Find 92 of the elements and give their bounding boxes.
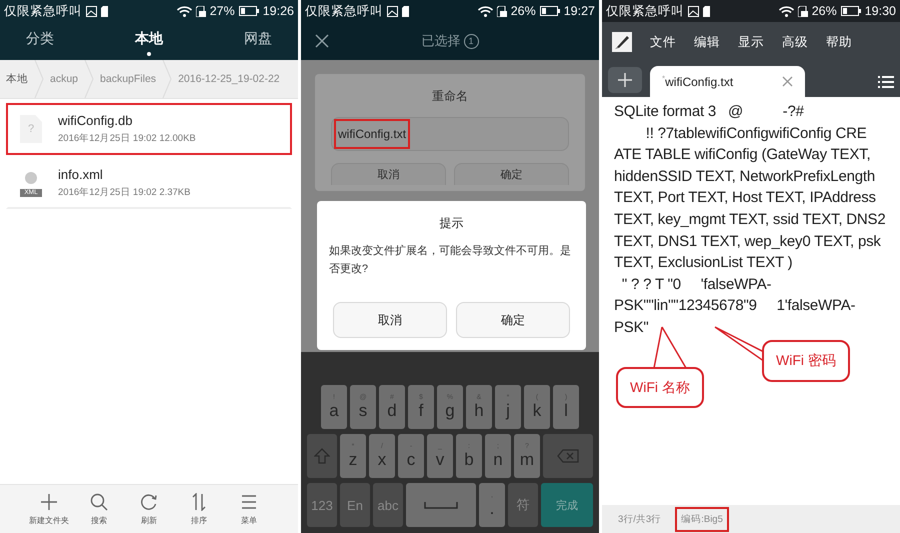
breadcrumb-item[interactable]: backupFiles bbox=[94, 73, 162, 85]
shift-icon bbox=[314, 448, 330, 464]
sim-icon bbox=[703, 6, 710, 16]
close-icon[interactable] bbox=[782, 76, 793, 87]
toolbar-button[interactable]: 刷新 bbox=[129, 492, 169, 526]
breadcrumb-item[interactable]: 2016-12-25_19-02-22 bbox=[172, 73, 286, 85]
breadcrumb-item[interactable]: 本地 bbox=[0, 72, 34, 86]
keyboard-key[interactable]: 符 bbox=[508, 483, 538, 527]
sim-icon bbox=[101, 6, 108, 16]
search-icon bbox=[90, 492, 108, 510]
dialog-title: 提示 bbox=[438, 215, 464, 232]
clock: 19:27 bbox=[564, 4, 595, 18]
text-line: hiddenSSID TEXT, NetworkPrefixLength bbox=[614, 166, 876, 187]
leader-line bbox=[653, 326, 687, 369]
file-name: wifiConfig.db bbox=[58, 113, 134, 128]
tab[interactable]: 分类 bbox=[20, 26, 60, 56]
text-line: !! ?7tablewifiConfigwifiConfig CRE bbox=[644, 124, 868, 144]
text-line: SQLite format 3 @ -?# bbox=[614, 102, 805, 122]
dialog-button[interactable]: 确定 bbox=[454, 163, 569, 185]
new-tab-button[interactable] bbox=[608, 67, 642, 93]
dialog-button[interactable]: 确定 bbox=[456, 302, 570, 338]
toolbar-button[interactable]: 排序 bbox=[179, 492, 219, 526]
sim-icon bbox=[402, 6, 409, 16]
battery-icon bbox=[540, 6, 560, 16]
text-line: TEXT, key_mgmt TEXT, ssid TEXT, DNS2 bbox=[614, 210, 886, 230]
plus-icon bbox=[40, 492, 58, 510]
breadcrumb-item[interactable]: ackup bbox=[44, 73, 84, 85]
plus-icon bbox=[618, 73, 632, 87]
tab[interactable]: 网盘 bbox=[238, 26, 278, 56]
dialog-button[interactable]: 取消 bbox=[333, 302, 447, 338]
wifi-icon bbox=[176, 6, 192, 16]
file-icon: ? bbox=[20, 115, 42, 143]
keyboard-key[interactable]: abc bbox=[373, 483, 403, 527]
menu-item[interactable]: 编辑 bbox=[694, 34, 720, 50]
clock: 19:26 bbox=[262, 4, 294, 18]
file-row[interactable]: ? wifiConfig.db 2016年12月25日 19:02 12.00KB bbox=[6, 103, 292, 155]
sim-card-icon bbox=[798, 6, 808, 16]
dialog-title: 重命名 bbox=[432, 88, 468, 105]
list-menu-button[interactable] bbox=[878, 75, 894, 89]
text-line: PSK""lin""12345678"9 1'falseWPA- bbox=[614, 296, 856, 316]
toolbar-button[interactable]: 新建文件夹 bbox=[29, 492, 69, 526]
menu-item[interactable]: 帮助 bbox=[826, 34, 852, 50]
picture-icon bbox=[387, 6, 398, 16]
file-meta: 2016年12月25日 19:02 12.00KB bbox=[58, 132, 196, 145]
header-title: 已选择 bbox=[422, 32, 460, 50]
space-icon bbox=[424, 501, 458, 509]
text-line: " ? ? T "0 'falseWPA- bbox=[620, 274, 772, 295]
battery-percent: 27% bbox=[210, 4, 235, 18]
callout: WiFi 名称 bbox=[616, 367, 704, 408]
filename-field[interactable]: wifiConfig.txt bbox=[331, 117, 569, 151]
sim-card-icon bbox=[196, 6, 206, 16]
carrier-text: 仅限紧急呼叫 bbox=[4, 2, 82, 20]
carrier-text: 仅限紧急呼叫 bbox=[606, 2, 684, 20]
wifi-icon bbox=[478, 6, 493, 16]
dialog-button[interactable]: 取消 bbox=[331, 163, 446, 185]
status-text: 编码:Big5 bbox=[675, 506, 729, 532]
dialog-message: 如果改变文件扩展名，可能会导致文件不可用。是否更改? bbox=[329, 244, 572, 277]
menu-item[interactable]: 显示 bbox=[738, 34, 764, 50]
menu-item[interactable]: 高级 bbox=[782, 34, 808, 50]
sort-icon bbox=[190, 492, 208, 510]
text-line: TEXT, ExclusionList TEXT ) bbox=[614, 253, 794, 274]
pen-icon[interactable] bbox=[612, 32, 632, 52]
text-line: PSK" bbox=[614, 318, 650, 338]
battery-percent: 26% bbox=[812, 4, 837, 18]
menu-item[interactable]: 文件 bbox=[650, 34, 676, 50]
callout: WiFi 密码 bbox=[762, 340, 850, 382]
selected-count: 1 bbox=[464, 34, 478, 48]
file-meta: 2016年12月25日 19:02 2.37KB bbox=[58, 186, 190, 199]
tab[interactable]: 本地 bbox=[129, 26, 169, 56]
battery-icon bbox=[238, 6, 259, 16]
battery-percent: 26% bbox=[510, 4, 536, 18]
file-tab[interactable]: $^{*}$wifiConfig.txt bbox=[650, 66, 805, 97]
keyboard-key[interactable]: En bbox=[340, 483, 370, 527]
status-text: 3行/共3行 bbox=[617, 512, 662, 526]
text-line: ATE TABLE wifiConfig (GateWay TEXT, bbox=[614, 145, 872, 166]
clock: 19:30 bbox=[864, 4, 896, 18]
picture-icon bbox=[688, 6, 699, 16]
toolbar-button[interactable]: 菜单 bbox=[229, 492, 269, 526]
sim-card-icon bbox=[496, 6, 507, 16]
backspace-icon bbox=[557, 449, 579, 463]
done-key[interactable]: 完成 bbox=[541, 483, 593, 527]
menu-icon bbox=[240, 492, 258, 510]
keyboard-key[interactable]: 123 bbox=[307, 483, 337, 527]
text-line: TEXT, DNS1 TEXT, wep_key0 TEXT, psk bbox=[614, 232, 882, 252]
file-name: info.xml bbox=[58, 167, 104, 182]
wifi-icon bbox=[778, 6, 794, 16]
refresh-icon bbox=[140, 492, 158, 510]
battery-icon bbox=[840, 6, 861, 16]
toolbar-button[interactable]: 搜索 bbox=[79, 492, 119, 526]
picture-icon bbox=[86, 6, 97, 16]
text-line: TEXT, Port TEXT, Host TEXT, IPAddress bbox=[614, 188, 877, 208]
carrier-text: 仅限紧急呼叫 bbox=[305, 2, 383, 20]
